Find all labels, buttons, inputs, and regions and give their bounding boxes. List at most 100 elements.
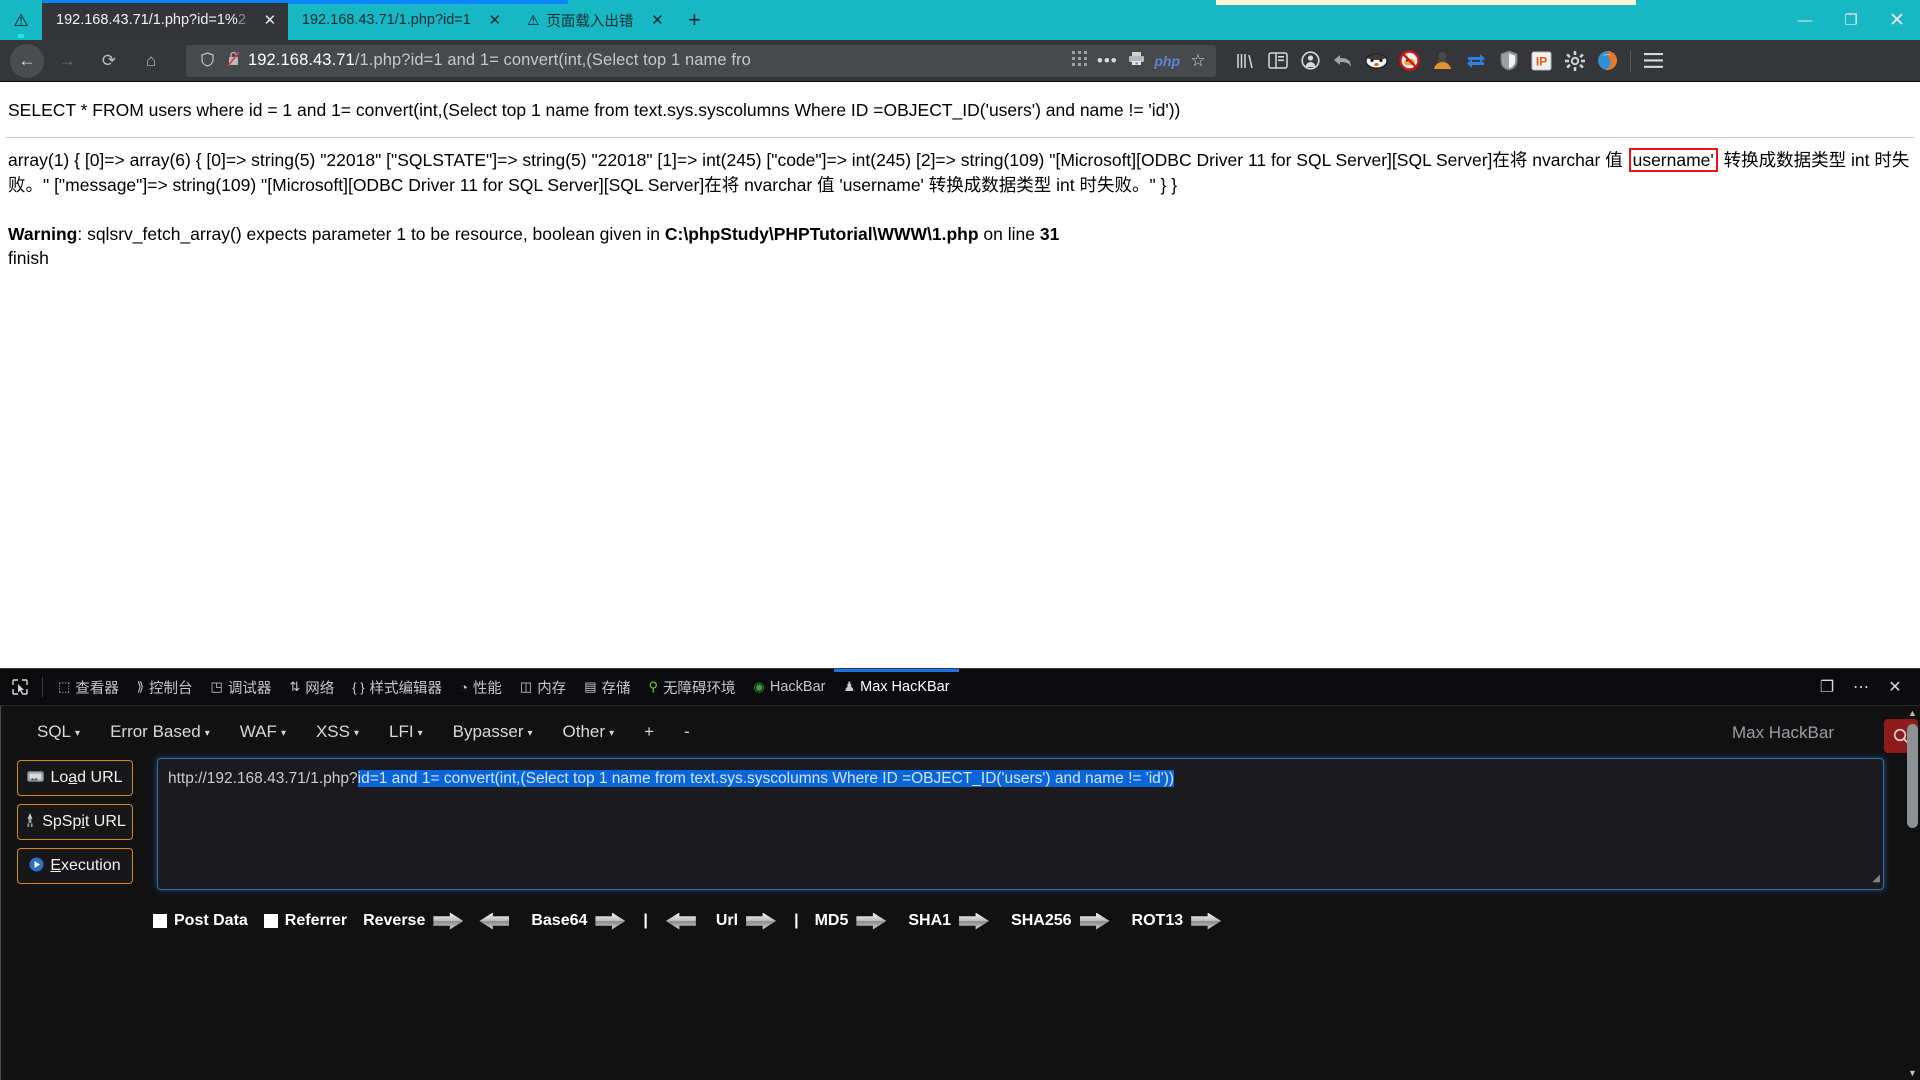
menu-label: SQL: [37, 722, 72, 741]
hackbar-scrollbar[interactable]: ▲ ▼: [1907, 708, 1918, 1078]
tab-2-close-icon[interactable]: ✕: [485, 10, 505, 30]
privacy-badger-icon[interactable]: [1360, 46, 1393, 76]
execution-button[interactable]: Execution: [17, 848, 133, 884]
max-hackbar-panel: SQL ▾ Error Based ▾ WAF ▾ XSS ▾ LFI ▾ Bypasse…: [0, 706, 1920, 1080]
devtools-tab-performance[interactable]: ◔ 性能: [451, 669, 511, 705]
devtools-dock-button[interactable]: ❐: [1810, 670, 1844, 704]
hackbar-url-wrapper: http://192.168.43.71/1.php?id=1 and 1= c…: [157, 719, 1918, 890]
browser-tab-2[interactable]: 192.168.43.71/1.php?id=1 ✕: [288, 0, 513, 40]
ip-address-icon[interactable]: IP: [1525, 46, 1558, 76]
spit-url-button[interactable]: SpSpit URL: [17, 804, 133, 840]
proxy-switch-icon[interactable]: [1459, 46, 1492, 76]
shield-icon: [194, 51, 220, 70]
devtools-close-button[interactable]: ✕: [1878, 670, 1912, 704]
undo-arrow-icon[interactable]: [1327, 46, 1360, 76]
sql-query-line: SELECT * FROM users where id = 1 and 1= …: [8, 100, 1181, 120]
rot13-arrow-icon[interactable]: [1191, 912, 1222, 930]
reverse-encode-arrow-icon[interactable]: [433, 912, 464, 930]
devtools-tab-storage[interactable]: ▤ 存储: [575, 669, 639, 705]
new-tab-button[interactable]: +: [675, 0, 713, 40]
window-maximize-button[interactable]: ❐: [1828, 0, 1874, 40]
browser-tab-1[interactable]: 192.168.43.71/1.php?id=1%2 ✕: [42, 0, 288, 40]
referrer-checkbox[interactable]: [263, 914, 278, 928]
hackbar-menu-remove[interactable]: -: [684, 722, 690, 742]
sha1-label: SHA1: [908, 912, 952, 929]
gear-icon[interactable]: [1558, 46, 1591, 76]
warning-line-number: 31: [1039, 223, 1060, 244]
devtools-tab-bar: ⬚ 查看器 ⟫ 控制台 ◳ 调试器 ⇅ 网络 { } 样式编辑器 ◔ 性能 ◫ 内存 ▤ 存储 …: [0, 669, 1920, 706]
firefox-logo-icon[interactable]: [1591, 46, 1624, 76]
tab-1-close-icon[interactable]: ✕: [260, 10, 280, 30]
element-picker-icon[interactable]: [4, 671, 36, 703]
sha256-hash-arrow-icon[interactable]: [1079, 912, 1110, 930]
library-icon[interactable]: [1228, 46, 1261, 76]
bookmark-star-icon[interactable]: ☆: [1184, 51, 1212, 71]
reload-button[interactable]: ⟳: [90, 44, 128, 78]
devtools-tab-network[interactable]: ⇅ 网络: [280, 669, 343, 705]
address-bar[interactable]: 192.168.43.71/1.php?id=1 and 1= convert(…: [186, 44, 1216, 77]
hackbar-menu-waf[interactable]: WAF ▾: [240, 722, 286, 742]
hackbar-menu-error-based[interactable]: Error Based ▾: [110, 722, 210, 742]
window-minimize-button[interactable]: —: [1782, 0, 1828, 40]
noscript-icon[interactable]: [1393, 46, 1426, 76]
load-url-label: Load URL: [50, 769, 123, 786]
page-actions-icon[interactable]: •••: [1092, 51, 1122, 71]
home-button[interactable]: ⌂: [132, 44, 170, 78]
hackbar-menu-xss[interactable]: XSS ▾: [316, 722, 359, 742]
url-textarea[interactable]: http://192.168.43.71/1.php?id=1 and 1= c…: [157, 758, 1884, 890]
base64-encode-arrow-icon[interactable]: [595, 912, 626, 930]
content-divider: [6, 136, 1914, 138]
printer-icon[interactable]: [1122, 51, 1150, 70]
scroll-down-arrow-icon[interactable]: ▼: [1908, 1068, 1917, 1078]
md5-label: MD5: [814, 912, 849, 929]
user-agent-switcher-icon[interactable]: [1426, 46, 1459, 76]
scroll-up-arrow-icon[interactable]: ▲: [1908, 708, 1917, 718]
window-close-button[interactable]: ✕: [1874, 0, 1920, 40]
devtools-tab-label: 控制台: [149, 680, 193, 697]
devtools-tab-inspector[interactable]: ⬚ 查看器: [49, 669, 128, 705]
sidebar-icon[interactable]: [1261, 46, 1294, 76]
resize-handle-icon[interactable]: ◢: [1872, 871, 1880, 886]
url-text[interactable]: 192.168.43.71/1.php?id=1 and 1= convert(…: [246, 51, 1066, 70]
hackbar-menu-bypasser[interactable]: Bypasser ▾: [453, 722, 533, 742]
ublock-shield-icon[interactable]: [1492, 46, 1525, 76]
performance-icon: ◔: [460, 679, 468, 695]
account-icon[interactable]: [1294, 46, 1327, 76]
back-button[interactable]: ←: [10, 43, 44, 78]
devtools-tab-style-editor[interactable]: { } 样式编辑器: [343, 669, 451, 705]
url-encode-arrow-icon[interactable]: [746, 912, 777, 930]
chevron-down-icon: ▾: [280, 728, 286, 739]
hackbar-menu-add[interactable]: +: [644, 722, 654, 742]
braces-icon: { }: [352, 679, 365, 695]
hackbar-menu-other[interactable]: Other ▾: [563, 722, 615, 742]
hackbar-menu-sql[interactable]: SQL ▾: [37, 722, 80, 742]
hackbar-menu-lfi[interactable]: LFI ▾: [389, 722, 423, 742]
reader-mode-icon[interactable]: [1066, 51, 1092, 70]
browser-tab-3[interactable]: ⚠ 页面载入出错 ✕: [513, 0, 676, 40]
devtools-tab-accessibility[interactable]: ⚲ 无障碍环境: [639, 669, 744, 705]
devtools-more-button[interactable]: ⋯: [1844, 670, 1878, 704]
devtools-tab-memory[interactable]: ◫ 内存: [511, 669, 575, 705]
base64-decode-arrow-icon[interactable]: [665, 912, 696, 930]
reverse-decode-arrow-icon[interactable]: [479, 912, 510, 930]
md5-hash-arrow-icon[interactable]: [856, 912, 887, 930]
load-url-button[interactable]: Load URL: [17, 760, 133, 796]
hamburger-menu-icon[interactable]: [1637, 46, 1670, 76]
devtools-tab-debugger[interactable]: ◳ 调试器: [202, 669, 281, 705]
devtools-tab-max-hackbar[interactable]: ♟ Max HacKBar: [834, 669, 959, 705]
sha1-hash-arrow-icon[interactable]: [959, 912, 990, 930]
network-icon: ⇅: [289, 679, 301, 694]
chevron-down-icon: ▾: [354, 728, 360, 739]
rot13-label: ROT13: [1131, 912, 1184, 929]
reverse-label: Reverse: [363, 912, 426, 929]
tab-3-close-icon[interactable]: ✕: [647, 10, 667, 30]
devtools-tab-hackbar[interactable]: ◉ HackBar: [745, 669, 835, 705]
devtools-tab-console[interactable]: ⟫ 控制台: [128, 669, 202, 705]
menu-label: WAF: [239, 722, 277, 741]
php-indicator-label[interactable]: php: [1150, 53, 1184, 69]
forward-button[interactable]: →: [48, 44, 86, 78]
post-data-checkbox[interactable]: [153, 914, 167, 928]
url-label: Url: [715, 912, 739, 929]
devtools-tab-label: 样式编辑器: [369, 680, 443, 697]
scrollbar-thumb[interactable]: [1907, 724, 1918, 828]
